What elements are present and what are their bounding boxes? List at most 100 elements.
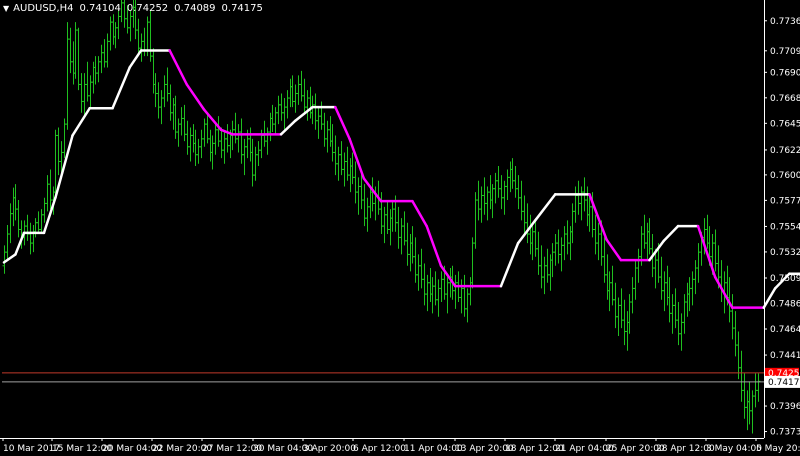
y-tick-label: 0.73962 [770,402,800,412]
chart-window[interactable]: 0.77362 0.77097 0.76907 0.76682 0.76457 0.762… [0,0,800,456]
ohlc-bar [270,104,275,133]
ohlc-bar [156,82,161,119]
ohlc-bar [196,138,201,164]
ohlc-bar [71,41,76,85]
ohlc-bar [605,254,610,300]
ohlc-bar [313,93,318,130]
ohlc-bar [348,158,353,193]
ohlc-bar [191,124,196,153]
ohlc-bar [11,187,16,227]
ohlc-bar [310,95,315,125]
ohlc-bar [171,98,176,130]
ohlc-bar [733,311,738,357]
ohlc-bar [345,146,350,181]
ohlc-bar [325,120,330,153]
ohlc-bar [45,175,50,212]
ohlc-bar [402,211,407,246]
ohlc-bar [602,237,607,283]
ohlc-bar [222,132,227,164]
ohlc-bar [596,222,601,261]
ohlc-bar [108,16,113,51]
ohlc-bar [76,27,81,91]
ohlc-bar [253,146,258,181]
ohlc-bar [339,141,344,176]
ma-line-segment [425,224,443,268]
ohlc-bar [39,209,44,235]
ohlc-bar [13,184,18,221]
y-tick-label: 0.75547 [770,222,800,232]
symbol-label: AUDUSD,H4 [13,3,74,14]
ohlc-bar [410,226,415,264]
y-tick-label: 0.76222 [770,146,800,156]
ohlc-bar [565,220,570,255]
close-value: 0.74175 [221,3,263,14]
ohlc-bar [550,243,555,278]
ohlc-bar [685,282,690,317]
ohlc-bar [502,180,507,215]
open-value: 0.74104 [79,3,121,14]
low-value: 0.74089 [174,3,216,14]
ohlc-bar [142,27,147,57]
ohlc-bar [105,33,110,68]
y-tick-label: 0.74412 [770,351,800,361]
ohlc-bar [139,33,144,62]
ohlc-bar [316,107,321,139]
ohlc-bar [353,161,358,204]
ohlc-bar [356,177,361,215]
ohlc-bar [42,197,47,223]
ohlc-bar [496,166,501,198]
ohlc-bar [208,129,213,162]
ohlc-bar [413,237,418,283]
ohlc-bar [250,138,255,187]
ohlc-bar [625,311,630,351]
price-chart[interactable]: 0.77362 0.77097 0.76907 0.76682 0.76457 0.762… [0,0,800,456]
ohlc-bar [382,206,387,244]
ohlc-bar [25,214,30,241]
ohlc-bar [302,78,307,113]
ohlc-bar [276,95,281,125]
ohlc-bar [33,218,38,238]
ohlc-bar [425,274,430,312]
ohlc-bar [482,177,487,215]
ohlc-bar [665,265,670,306]
ma-line-segment [54,134,74,200]
ohlc-bar [73,22,78,79]
ohlc-bar [299,70,304,102]
ohlc-bar [193,129,198,167]
ohlc-bar [408,234,413,272]
ohlc-bar [750,390,755,434]
ohlc-bar [519,180,524,221]
y-tick-label: 0.74642 [770,325,800,335]
ohlc-bar [636,248,641,283]
ohlc-bar [159,90,164,125]
y-tick-label: 0.75092 [770,274,800,284]
ohlc-bar [365,197,370,232]
ohlc-bar [285,90,290,119]
ohlc-bar [730,294,735,340]
ohlc-bar [719,260,724,303]
ohlc-bar [673,288,678,329]
ohlc-bar [91,61,96,94]
ohlc-bar [613,282,618,329]
ohlc-bar [528,214,533,255]
ohlc-bar [553,234,558,266]
ohlc-bar [308,86,313,119]
ohlc-bar [522,195,527,235]
bid-price-label: 0.74175 [768,378,800,388]
ohlc-bar [747,381,752,425]
ohlc-bar [202,118,207,147]
ohlc-bar [179,107,184,136]
ohlc-bar [476,180,481,221]
ohlc-bar [562,226,567,261]
ohlc-bar [622,299,627,346]
ohlc-bar [248,127,253,162]
ohlc-bar [113,22,118,49]
ohlc-bar [279,93,284,121]
ohlc-bar [465,288,470,323]
ohlc-bar [739,350,744,402]
chart-header: ▼ AUDUSD,H4 0.74104 0.74252 0.74089 0.74… [3,2,263,16]
ohlc-bar [390,200,395,232]
x-tick-label: 5 May 20:00 [756,444,800,454]
triangle-down-icon[interactable]: ▼ [3,2,9,16]
ohlc-bar [742,373,747,419]
